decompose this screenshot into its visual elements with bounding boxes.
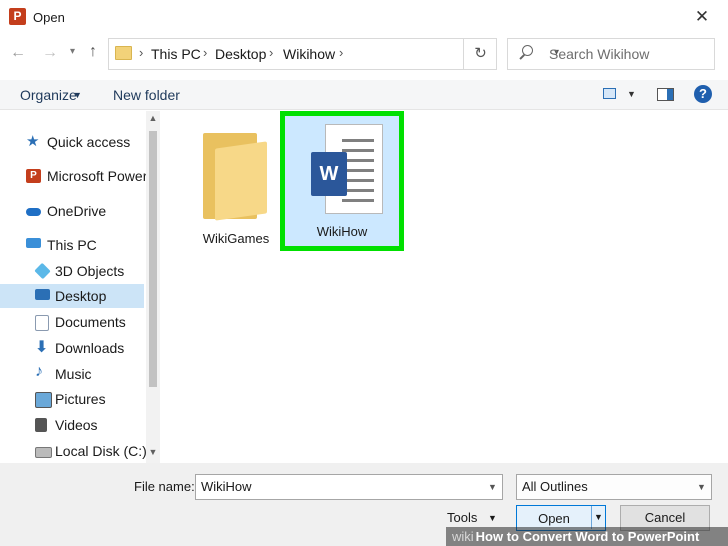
file-name-label: WikiHow [316, 224, 368, 239]
scroll-up-icon[interactable]: ▲ [146, 113, 160, 123]
chevron-down-icon[interactable]: ▼ [488, 513, 497, 523]
up-arrow-icon[interactable]: ↑ [89, 43, 97, 61]
organize-button[interactable]: Organize [20, 87, 77, 103]
breadcrumb-separator[interactable]: › [139, 45, 143, 60]
window-title: Open [33, 10, 65, 25]
preview-pane-icon[interactable] [657, 88, 674, 101]
tools-button[interactable]: Tools [447, 510, 477, 525]
sidebar-item-local-disk[interactable]: Local Disk (C:) [0, 439, 147, 463]
sidebar-item-music[interactable]: ♪ Music [0, 362, 144, 386]
file-name-label: File name: [134, 479, 195, 494]
change-view-icon[interactable] [603, 88, 616, 99]
breadcrumb-desktop[interactable]: Desktop [215, 46, 266, 62]
forward-arrow-icon[interactable]: → [42, 44, 58, 62]
sidebar-item-onedrive[interactable]: OneDrive [0, 199, 144, 223]
word-document-icon: W [311, 124, 385, 214]
file-name-value: WikiHow [201, 479, 252, 494]
file-item-wikihow[interactable]: W WikiHow [280, 111, 404, 251]
sidebar-item-videos[interactable]: Videos [0, 413, 144, 437]
sidebar-item-pictures[interactable]: Pictures [0, 387, 144, 411]
breadcrumb-separator[interactable]: › [339, 45, 343, 60]
address-bar[interactable]: › This PC › Desktop › Wikihow › ▾ [108, 38, 559, 70]
toolbar: Organize ▼ New folder ▼ ? [0, 80, 728, 110]
chevron-down-icon[interactable]: ▼ [697, 482, 706, 492]
desktop-icon [35, 289, 50, 300]
chevron-down-icon[interactable]: ▼ [627, 89, 636, 99]
nav-scrollbar[interactable]: ▲ ▼ [146, 111, 160, 463]
breadcrumb-this-pc[interactable]: This PC [151, 46, 201, 62]
sidebar-item-3d-objects[interactable]: 3D Objects [0, 259, 144, 283]
navigation-pane: ★ Quick access P Microsoft PowerP OneDri… [0, 111, 160, 463]
file-type-select[interactable]: All Outlines ▼ [516, 474, 712, 500]
recent-locations-chevron-icon[interactable]: ▾ [70, 46, 75, 57]
sidebar-item-downloads[interactable]: ⬇ Downloads [0, 336, 144, 360]
close-button[interactable]: ✕ [688, 5, 716, 29]
chevron-down-icon[interactable]: ▼ [488, 482, 497, 492]
sidebar-item-microsoft-powerpoint[interactable]: P Microsoft PowerP [0, 164, 157, 188]
star-icon: ★ [26, 133, 40, 150]
search-input[interactable]: Search Wikihow [507, 38, 715, 70]
open-button-label: Open [538, 511, 570, 526]
title-bar: P Open ✕ [0, 0, 728, 34]
file-name-input[interactable]: WikiHow ▼ [195, 474, 503, 500]
sidebar-item-documents[interactable]: Documents [0, 310, 144, 334]
sidebar-item-quick-access[interactable]: ★ Quick access [0, 130, 144, 154]
folder-icon [115, 46, 132, 60]
scroll-down-icon[interactable]: ▼ [146, 447, 160, 457]
folder-icon [203, 133, 267, 221]
open-options-chevron-icon[interactable]: ▼ [591, 506, 605, 529]
computer-icon [26, 238, 41, 248]
scrollbar-thumb[interactable] [149, 131, 157, 387]
breadcrumb-separator[interactable]: › [269, 45, 273, 60]
cloud-icon [26, 208, 41, 216]
breadcrumb-separator[interactable]: › [203, 45, 207, 60]
sidebar-item-this-pc[interactable]: This PC [0, 233, 144, 257]
word-logo-icon: W [311, 152, 347, 196]
back-arrow-icon[interactable]: ← [10, 44, 26, 62]
file-type-value: All Outlines [522, 479, 588, 494]
file-name-label: WikiGames [202, 231, 270, 246]
file-item-wikigames[interactable]: WikiGames [191, 119, 281, 249]
help-icon[interactable]: ? [694, 85, 712, 103]
document-icon [35, 315, 49, 331]
watermark-caption: wiki How to Convert Word to PowerPoint [446, 527, 728, 546]
disk-icon [35, 447, 52, 458]
search-icon [522, 45, 533, 56]
videos-icon [35, 418, 47, 432]
music-icon: ♪ [35, 363, 43, 380]
search-placeholder: Search Wikihow [549, 46, 650, 62]
breadcrumb-wikihow[interactable]: Wikihow [283, 46, 335, 62]
sidebar-item-desktop[interactable]: Desktop [0, 284, 144, 308]
powerpoint-icon: P [26, 169, 41, 183]
cube-icon [34, 262, 51, 280]
new-folder-button[interactable]: New folder [113, 87, 180, 103]
download-icon: ⬇ [35, 339, 49, 356]
file-list: WikiGames W WikiHow [161, 111, 728, 463]
powerpoint-icon: P [9, 8, 26, 25]
pictures-icon [35, 392, 52, 408]
chevron-down-icon[interactable]: ▼ [73, 90, 82, 100]
refresh-icon[interactable]: ↻ [463, 38, 497, 70]
